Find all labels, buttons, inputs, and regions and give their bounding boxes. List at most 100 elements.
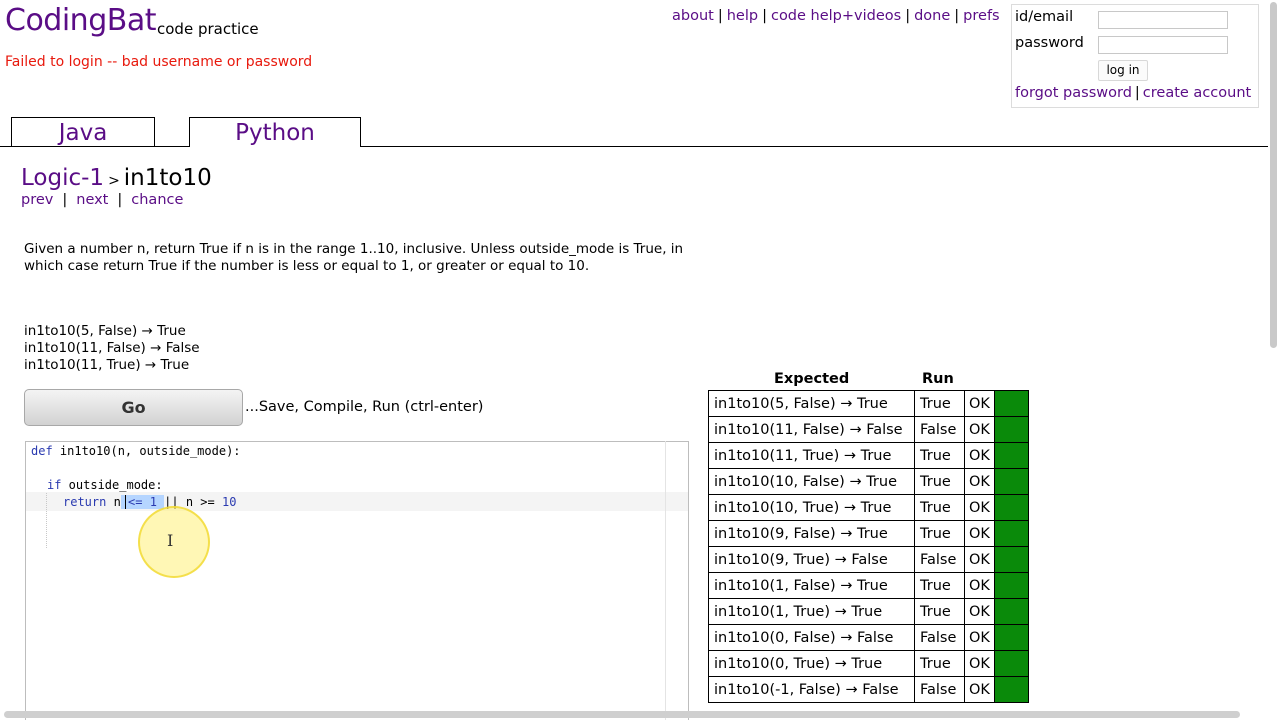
breadcrumb-separator: > [108,173,120,189]
result-expected: in1to10(10, False) → True [708,468,915,495]
codingbat-logo[interactable]: CodingBat [5,6,156,36]
result-row: in1to10(1, False) → True True OK [708,572,1029,599]
result-row: in1to10(9, False) → True True OK [708,520,1029,547]
result-expected: in1to10(0, True) → True [708,650,915,677]
result-row: in1to10(0, True) → True True OK [708,650,1029,677]
nav-code-help-videos-link[interactable]: code help+videos [771,8,901,24]
result-status: OK [964,390,995,417]
result-run: True [914,650,965,677]
code-line: if outside_mode: [47,477,163,494]
nav-help-link[interactable]: help [727,8,758,24]
result-run: False [914,546,965,573]
nav-done-link[interactable]: done [914,8,950,24]
code-text: outside_mode: [61,478,163,492]
code-keyword: return [63,495,107,509]
result-row: in1to10(-1, False) → False False OK [708,676,1029,703]
result-expected: in1to10(-1, False) → False [708,676,915,703]
result-pass-indicator [994,468,1029,495]
login-link-separator: | [1134,85,1140,101]
results-header-run: Run [922,371,954,387]
result-expected: in1to10(9, True) → False [708,546,915,573]
results-header-expected: Expected [774,371,850,387]
nav-separator: | [905,8,911,24]
go-button[interactable]: Go [24,389,243,426]
result-status: OK [964,572,995,599]
result-run: False [914,416,965,443]
forgot-password-link[interactable]: forgot password [1015,85,1132,101]
top-nav: about | help | code help+videos | done | prefs [672,8,1000,24]
result-run: False [914,624,965,651]
category-link[interactable]: Logic-1 [21,165,104,191]
code-editor[interactable]: def in1to10(n, outside_mode): if outside… [25,441,689,720]
code-number: 10 [221,495,237,509]
result-row: in1to10(9, True) → False False OK [708,546,1029,573]
code-line: def in1to10(n, outside_mode): [31,443,241,460]
tab-python[interactable]: Python [189,117,361,147]
code-selection: <= 1 [120,495,165,509]
nav-separator: | [954,8,960,24]
login-error-message: Failed to login -- bad username or passw… [5,54,313,70]
chance-link[interactable]: chance [131,192,183,208]
password-label: password [1015,35,1084,51]
nav-about-link[interactable]: about [672,8,714,24]
result-expected: in1to10(10, True) → True [708,494,915,521]
example-line: in1to10(11, False) → False [24,340,200,356]
log-in-button[interactable]: log in [1098,60,1148,81]
result-expected: in1to10(11, True) → True [708,442,915,469]
problem-examples: in1to10(5, False) → True in1to10(11, Fal… [24,323,200,374]
result-row: in1to10(11, False) → False False OK [708,416,1029,443]
result-row: in1to10(10, True) → True True OK [708,494,1029,521]
next-link[interactable]: next [76,192,108,208]
result-expected: in1to10(1, True) → True [708,598,915,625]
create-account-link[interactable]: create account [1143,85,1251,101]
code-line: return n <= 1 || n >= 10 [63,494,236,511]
horizontal-scrollbar[interactable] [4,711,1240,718]
breadcrumb: Logic-1 > in1to10 [21,165,212,191]
result-expected: in1to10(9, False) → True [708,520,915,547]
nav-prefs-link[interactable]: prefs [963,8,999,24]
result-pass-indicator [994,442,1029,469]
result-run: True [914,468,965,495]
result-expected: in1to10(11, False) → False [708,416,915,443]
tab-java[interactable]: Java [11,117,155,146]
result-status: OK [964,468,995,495]
tagline: code practice [157,20,259,38]
result-run: True [914,598,965,625]
password-input[interactable] [1098,36,1228,54]
problem-nav-separator: | [62,192,68,208]
prev-link[interactable]: prev [21,192,53,208]
results-table: in1to10(5, False) → True True OK in1to10(11… [708,390,1029,703]
result-row: in1to10(5, False) → True True OK [708,390,1029,417]
indent-guide [46,493,47,548]
result-status: OK [964,416,995,443]
result-status: OK [964,442,995,469]
result-run: True [914,390,965,417]
vertical-scrollbar[interactable] [1270,2,1277,348]
result-pass-indicator [994,572,1029,599]
example-line: in1to10(11, True) → True [24,357,190,373]
result-row: in1to10(0, False) → False False OK [708,624,1029,651]
example-line: in1to10(5, False) → True [24,323,186,339]
mouse-cursor-highlight [138,506,210,578]
code-text: n [106,495,121,509]
editor-print-margin [665,441,666,720]
result-run: True [914,442,965,469]
id-email-input[interactable] [1098,11,1228,29]
id-email-label: id/email [1015,9,1074,25]
result-status: OK [964,624,995,651]
result-status: OK [964,598,995,625]
result-row: in1to10(1, True) → True True OK [708,598,1029,625]
code-text: in1to10(n, outside_mode): [52,444,241,458]
result-status: OK [964,520,995,547]
nav-separator: | [762,8,767,24]
result-row: in1to10(11, True) → True True OK [708,442,1029,469]
result-status: OK [964,676,995,703]
result-expected: in1to10(0, False) → False [708,624,915,651]
result-pass-indicator [994,598,1029,625]
result-expected: in1to10(1, False) → True [708,572,915,599]
result-run: False [914,676,965,703]
result-status: OK [964,494,995,521]
nav-separator: | [717,8,723,24]
text-cursor-icon: I [167,531,174,550]
result-run: True [914,572,965,599]
